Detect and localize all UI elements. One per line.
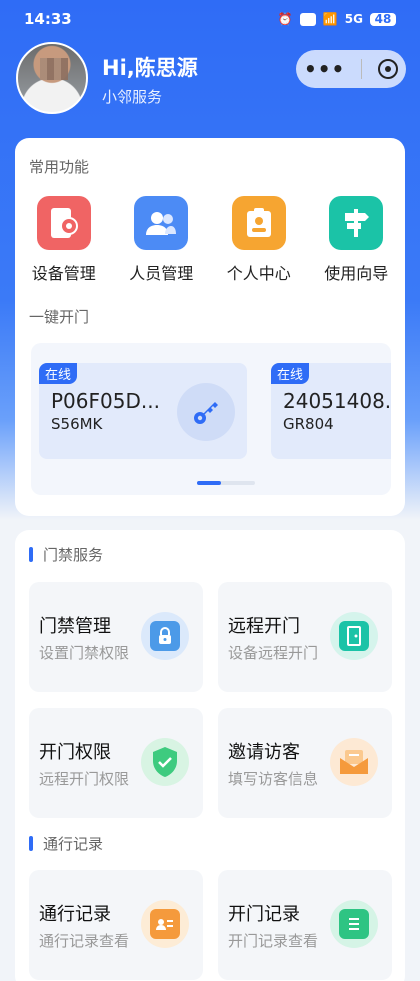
tile-subtitle: 填写访客信息 (228, 770, 319, 788)
envelope-icon (330, 738, 378, 786)
tile-remote-open[interactable]: 远程开门 设备远程开门 (218, 582, 392, 692)
user-header: Hi,陈思源 小邻服务 ••• (16, 42, 406, 118)
key-icon[interactable] (177, 383, 235, 441)
status-time: 14:33 (24, 10, 72, 28)
door-carousel[interactable]: 在线 P06F05D... S56MK 在线 24051408. GR804 (31, 343, 391, 495)
more-icon[interactable]: ••• (304, 57, 345, 81)
tile-subtitle: 开门记录查看 (228, 932, 319, 950)
alarm-icon: ⏰ (277, 12, 293, 26)
common-functions-row: 设备管理 人员管理 个人中心 使用向导 (15, 196, 405, 284)
tile-access-management[interactable]: 门禁管理 设置门禁权限 (29, 582, 203, 692)
door-card[interactable]: 在线 24051408. GR804 (271, 363, 391, 459)
door-device-icon (36, 196, 91, 250)
functions-card: 常用功能 设备管理 人员管理 个人中心 使用向导 一键开门 在线 P06F05D… (15, 138, 405, 516)
lock-icon (141, 612, 189, 660)
func-user-guide[interactable]: 使用向导 (308, 196, 406, 284)
carousel-pager (197, 481, 255, 485)
func-people-management[interactable]: 人员管理 (113, 196, 211, 284)
common-functions-title: 常用功能 (29, 158, 90, 176)
signal-icon: 5G (344, 12, 363, 26)
close-target-icon[interactable] (378, 59, 399, 79)
battery-icon: 48 (370, 12, 396, 26)
tile-subtitle: 设备远程开门 (228, 644, 319, 662)
tile-subtitle: 远程开门权限 (39, 770, 130, 788)
shield-check-icon (141, 738, 189, 786)
one-key-open-title: 一键开门 (29, 308, 90, 326)
tile-subtitle: 设置门禁权限 (39, 644, 130, 662)
people-icon (134, 196, 189, 250)
avatar[interactable] (16, 42, 88, 114)
tile-title: 开门记录 (228, 904, 300, 925)
services-card: 门禁服务 门禁管理 设置门禁权限 远程开门 设备远程开门 开门权限 远程开门权限… (15, 530, 405, 981)
service-name: 小邻服务 (102, 88, 163, 106)
func-label: 个人中心 (226, 264, 291, 283)
badge-icon (231, 196, 286, 250)
func-label: 设备管理 (31, 264, 96, 283)
func-personal-center[interactable]: 个人中心 (210, 196, 308, 284)
tile-invite-visitor[interactable]: 邀请访客 填写访客信息 (218, 708, 392, 818)
func-device-management[interactable]: 设备管理 (15, 196, 113, 284)
door-open-icon (330, 612, 378, 660)
door-code: GR804 (283, 415, 334, 433)
tile-open-permission[interactable]: 开门权限 远程开门权限 (29, 708, 203, 818)
access-service-title: 门禁服务 (43, 546, 104, 564)
records-title: 通行记录 (43, 835, 104, 853)
status-bar: 14:33 ⏰ 📶 5G 48 (0, 0, 420, 38)
online-badge: 在线 (271, 363, 310, 384)
tile-title: 远程开门 (228, 616, 300, 637)
online-badge: 在线 (39, 363, 78, 384)
tile-pass-records[interactable]: 通行记录 通行记录查看 (29, 870, 203, 980)
door-code: S56MK (51, 415, 103, 433)
tile-title: 通行记录 (39, 904, 111, 925)
id-card-icon (141, 900, 189, 948)
tile-subtitle: 通行记录查看 (39, 932, 130, 950)
door-card[interactable]: 在线 P06F05D... S56MK (39, 363, 247, 459)
signpost-icon (329, 196, 384, 250)
greeting: Hi,陈思源 (102, 56, 198, 80)
func-label: 人员管理 (129, 264, 194, 283)
tile-title: 门禁管理 (39, 616, 111, 637)
func-label: 使用向导 (324, 264, 389, 283)
door-name: 24051408. (283, 389, 391, 413)
tile-title: 邀请访客 (228, 742, 300, 763)
mini-program-capsule: ••• (296, 50, 406, 88)
hd-icon (299, 12, 316, 26)
tile-open-records[interactable]: 开门记录 开门记录查看 (218, 870, 392, 980)
door-name: P06F05D... (51, 389, 160, 413)
tile-title: 开门权限 (39, 742, 111, 763)
wifi-icon: 📶 (322, 12, 338, 26)
list-doc-icon (330, 900, 378, 948)
